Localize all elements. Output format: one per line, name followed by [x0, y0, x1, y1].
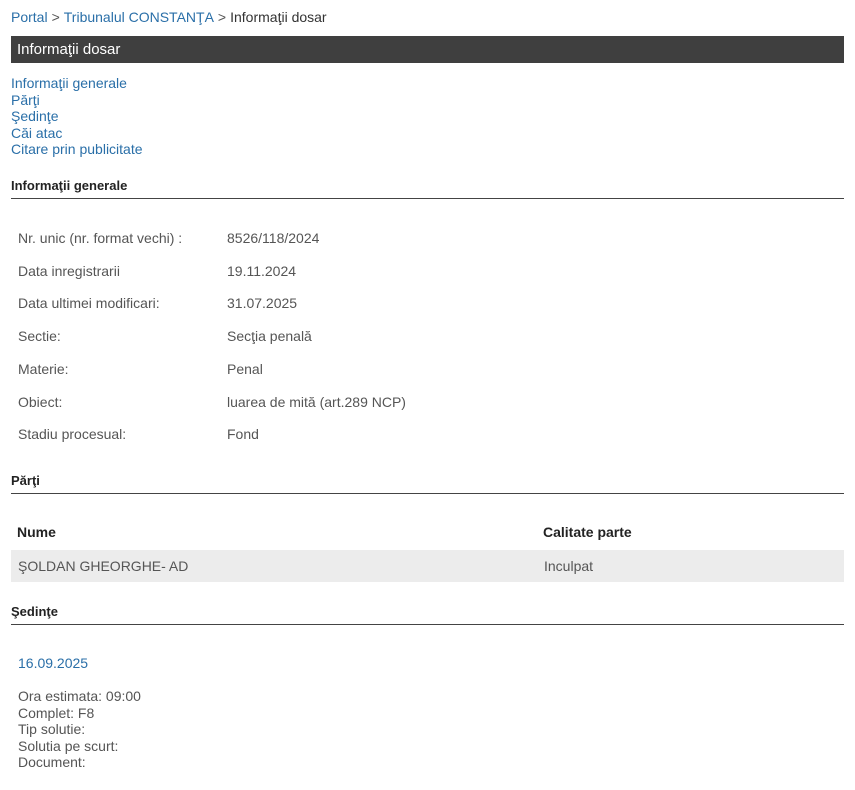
breadcrumb-current: Informaţii dosar: [230, 9, 327, 25]
info-label: Materie:: [18, 361, 69, 377]
parti-table-header: Nume Calitate parte: [11, 522, 844, 544]
column-header-nume: Nume: [17, 524, 56, 540]
breadcrumb-separator: >: [217, 9, 227, 25]
info-label: Obiect:: [18, 394, 63, 410]
column-header-calitate: Calitate parte: [543, 524, 632, 540]
section-title-parti: Părţi: [11, 473, 844, 494]
info-value: luarea de mită (art.289 NCP): [227, 394, 406, 410]
page-title-bar: Informaţii dosar: [11, 36, 844, 63]
info-value: 8526/118/2024: [227, 230, 320, 246]
toc-link-informatii-generale[interactable]: Informaţii generale: [11, 75, 143, 92]
sedinta-complet: Complet: F8: [18, 704, 95, 721]
info-value: Fond: [227, 426, 259, 442]
sedinta-ora: Ora estimata: 09:00: [18, 688, 141, 704]
toc-link-parti[interactable]: Părţi: [11, 92, 143, 109]
sedinta-details: Ora estimata: 09:00 Complet: F8 Tip solu…: [18, 688, 141, 771]
toc-link-cai-atac[interactable]: Căi atac: [11, 125, 143, 142]
info-label: Nr. unic (nr. format vechi) :: [18, 230, 183, 246]
sedinta-document: Document:: [18, 754, 86, 770]
table-row: ŞOLDAN GHEORGHE- AD Inculpat: [11, 550, 844, 582]
table-of-contents: Informaţii generale Părţi Şedinţe Căi at…: [11, 75, 143, 158]
section-title-sedinte: Şedinţe: [11, 604, 844, 625]
toc-link-sedinte[interactable]: Şedinţe: [11, 108, 143, 125]
info-value: 19.11.2024: [227, 263, 297, 279]
info-label: Sectie:: [18, 328, 61, 344]
breadcrumb-tribunal-link[interactable]: Tribunalul CONSTANŢA: [64, 9, 214, 25]
breadcrumb-separator: >: [51, 9, 60, 25]
page-title: Informaţii dosar: [17, 41, 121, 58]
info-label: Data ultimei modificari:: [18, 295, 160, 311]
parte-calitate: Inculpat: [544, 558, 594, 574]
sedinta-solutia: Solutia pe scurt:: [18, 737, 119, 754]
section-title-general: Informaţii generale: [11, 178, 844, 199]
info-value: Secţia penală: [227, 328, 312, 344]
breadcrumb: Portal > Tribunalul CONSTANŢA > Informaţii d…: [11, 9, 327, 25]
info-label: Stadiu procesual:: [18, 426, 127, 442]
breadcrumb-portal-link[interactable]: Portal: [11, 9, 48, 25]
parte-nume: ŞOLDAN GHEORGHE- AD: [18, 558, 189, 574]
info-value: Penal: [227, 361, 263, 377]
info-label: Data inregistrarii: [18, 263, 120, 279]
info-value: 31.07.2025: [227, 295, 298, 311]
sedinta-date: 16.09.2025: [18, 655, 89, 671]
sedinta-tip-solutie: Tip solutie:: [18, 721, 86, 737]
toc-link-citare[interactable]: Citare prin publicitate: [11, 141, 143, 158]
